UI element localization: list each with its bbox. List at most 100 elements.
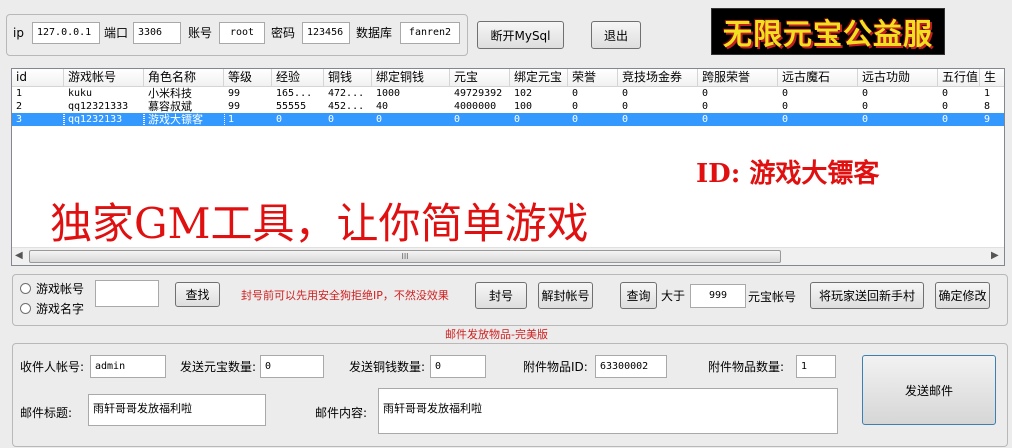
column-header[interactable]: 竞技场金券 (618, 69, 698, 86)
send-ingot-input[interactable]: 0 (260, 355, 324, 378)
column-header[interactable]: 绑定铜钱 (372, 69, 450, 86)
recipient-label: 收件人帐号: (20, 360, 85, 374)
item-id-input[interactable]: 63300002 (595, 355, 667, 378)
table-cell: 49729392 (454, 88, 503, 99)
search-input[interactable] (95, 280, 159, 307)
player-id-overlay: ID: 游戏大镖客 (696, 159, 880, 189)
column-header[interactable]: 经验 (272, 69, 324, 86)
send-copper-input[interactable]: 0 (430, 355, 486, 378)
ban-warning-text: 封号前可以先用安全狗拒绝IP，不然没效果 (241, 289, 449, 302)
table-cell: 102 (514, 88, 533, 99)
table-cell: 0 (942, 88, 949, 99)
table-cell: 0 (862, 88, 869, 99)
column-header[interactable]: 远古功勋 (858, 69, 938, 86)
table-cell: 0 (572, 101, 579, 112)
column-header[interactable]: 游戏帐号 (64, 69, 144, 86)
chevron-right-icon[interactable]: ▶ (991, 250, 999, 261)
table-cell: 游戏大镖客 (143, 112, 225, 127)
password-label: 密码 (271, 26, 296, 40)
table-cell: 1000 (376, 88, 401, 99)
column-header[interactable]: id (12, 69, 64, 86)
scrollbar-grip: III (401, 252, 409, 261)
table-cell: qq1232133 (63, 112, 145, 127)
confirm-modify-button[interactable]: 确定修改 (935, 282, 990, 309)
column-header[interactable]: 角色名称 (144, 69, 224, 86)
table-cell: 0 (782, 88, 789, 99)
table-cell: 1 (16, 88, 23, 99)
table-row[interactable]: 1 kuku 小米科技 99 165... 472... 1000 49729392 102 0 0… (12, 87, 1004, 100)
ip-input[interactable]: 127.0.0.1 (32, 22, 100, 44)
column-header[interactable]: 五行值 (938, 69, 980, 86)
table-cell: 0 (862, 114, 869, 125)
unban-account-button[interactable]: 解封帐号 (538, 282, 593, 309)
table-cell: 165... (276, 88, 313, 99)
table-cell: 2 (16, 101, 23, 112)
port-input[interactable]: 3306 (133, 22, 181, 44)
table-cell: 0 (572, 88, 579, 99)
radio-game-account[interactable] (20, 283, 31, 294)
table-row[interactable]: 2 qq12321333 慕容叔斌 99 55555 452... 40 4000000 100… (12, 100, 1004, 113)
account-input[interactable]: root (219, 22, 265, 44)
slogan-overlay: 独家GM工具，让你简单游戏 (50, 199, 589, 248)
database-input[interactable]: fanren2 (400, 22, 460, 44)
table-cell: 慕容叔斌 (148, 100, 192, 113)
send-mail-button[interactable]: 发送邮件 (862, 355, 996, 425)
ingot-threshold-input[interactable]: 999 (690, 284, 746, 308)
recipient-input[interactable]: admin (90, 355, 166, 378)
database-label: 数据库 (356, 26, 393, 40)
table-cell: 100 (514, 101, 533, 112)
table-cell: 0 (782, 114, 789, 125)
table-cell: 0 (328, 114, 335, 125)
table-cell: 0 (702, 88, 709, 99)
send-to-newbie-village-button[interactable]: 将玩家送回新手村 (810, 282, 924, 309)
table-cell: 4000000 (454, 101, 497, 112)
send-copper-label: 发送铜钱数量: (349, 360, 426, 374)
item-qty-label: 附件物品数量: (708, 360, 785, 374)
find-button[interactable]: 查找 (175, 282, 220, 307)
table-cell: 0 (376, 114, 383, 125)
query-button[interactable]: 查询 (620, 282, 657, 309)
password-input[interactable]: 123456 (302, 22, 350, 44)
banner-text: 无限元宝公益服 (722, 16, 933, 51)
table-cell: 0 (514, 114, 521, 125)
table-cell: 0 (702, 114, 709, 125)
ban-button[interactable]: 封号 (475, 282, 527, 309)
chevron-left-icon[interactable]: ◀ (15, 250, 23, 261)
banner-logo: 无限元宝公益服 (711, 8, 945, 55)
table-cell: 0 (782, 101, 789, 112)
column-header[interactable]: 铜钱 (324, 69, 372, 86)
column-header[interactable]: 元宝 (450, 69, 510, 86)
table-cell: 0 (942, 114, 949, 125)
table-cell: 0 (942, 101, 949, 112)
greater-than-label: 大于 (661, 289, 686, 303)
column-header[interactable]: 等级 (224, 69, 272, 86)
port-label: 端口 (104, 26, 129, 40)
table-cell: 99 (228, 101, 241, 112)
column-header[interactable]: 跨服荣誉 (698, 69, 778, 86)
mail-content-input[interactable]: 雨轩哥哥发放福利啦 (378, 388, 838, 434)
radio-game-name[interactable] (20, 303, 31, 314)
table-cell: 1 (984, 88, 991, 99)
column-header[interactable]: 荣誉 (568, 69, 618, 86)
table-cell: 472... (328, 88, 365, 99)
table-cell: 小米科技 (148, 87, 192, 100)
table-cell: 0 (622, 101, 629, 112)
item-qty-input[interactable]: 1 (796, 355, 836, 378)
table-cell: 1 (228, 114, 235, 125)
column-header[interactable]: 远古魔石 (778, 69, 858, 86)
disconnect-mysql-button[interactable]: 断开MySql (477, 21, 564, 49)
table-cell: kuku (68, 88, 93, 99)
column-header[interactable]: 生 (980, 69, 1004, 86)
table-cell: 0 (622, 88, 629, 99)
exit-button[interactable]: 退出 (591, 21, 641, 49)
table-cell: 8 (984, 101, 991, 112)
mail-section-title: 邮件发放物品-完美版 (445, 328, 548, 341)
column-header[interactable]: 绑定元宝 (510, 69, 568, 86)
send-ingot-label: 发送元宝数量: (180, 360, 257, 374)
table-cell: qq12321333 (68, 101, 129, 112)
table-row[interactable]: 3 qq1232133 游戏大镖客 1 0 0 0 0 0 0 0 0 0 0 0 9 (12, 112, 1004, 127)
mail-title-input[interactable]: 雨轩哥哥发放福利啦 (88, 394, 266, 426)
table-cell: 0 (862, 101, 869, 112)
table-cell: 0 (276, 114, 283, 125)
table-cell: 0 (572, 114, 579, 125)
